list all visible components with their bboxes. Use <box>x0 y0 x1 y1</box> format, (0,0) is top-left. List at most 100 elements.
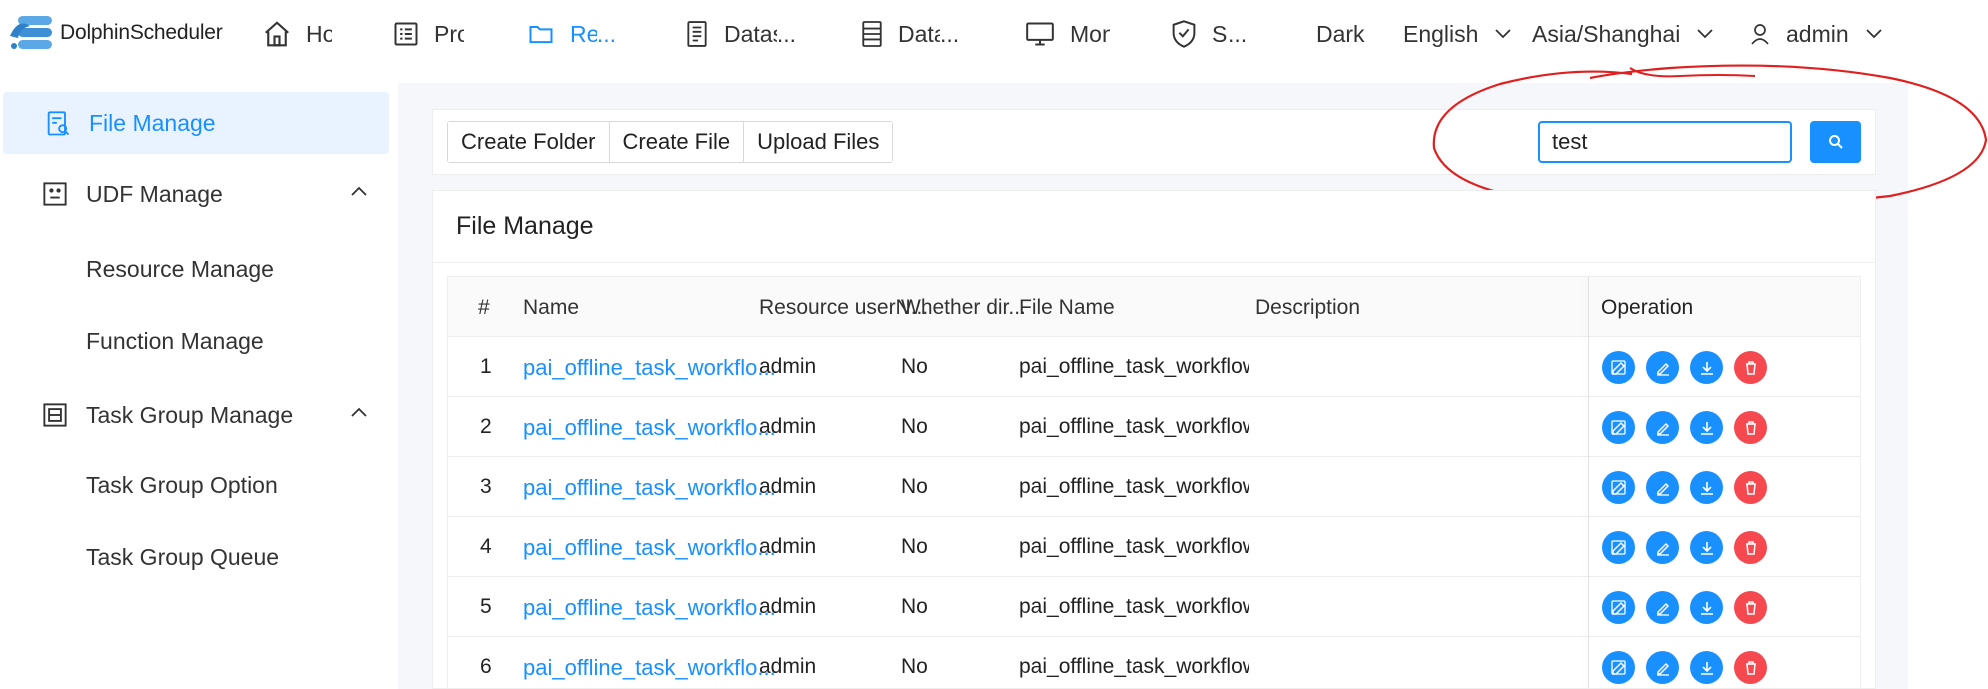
cell-name-link[interactable]: pai_offline_task_workflo... <box>523 655 776 681</box>
sidebar-item-udf-manage[interactable]: UDF Manage <box>0 163 386 225</box>
theme-toggle[interactable]: Dark <box>1316 16 1365 52</box>
app-name: DolphinScheduler <box>60 21 223 44</box>
user-menu[interactable]: admin <box>1750 16 1883 52</box>
create-folder-button[interactable]: Create Folder <box>448 122 610 162</box>
download-icon <box>1700 481 1713 495</box>
edit-button[interactable] <box>1602 531 1635 564</box>
cell-name-link[interactable]: pai_offline_task_workflo... <box>523 595 776 621</box>
delete-button[interactable] <box>1734 591 1767 624</box>
edit-icon <box>1610 419 1626 435</box>
cell-user: admin <box>759 355 817 378</box>
delete-icon <box>1745 540 1756 555</box>
sidebar-item-task-group-manage[interactable]: Task Group Manage <box>0 384 386 446</box>
edit-button[interactable] <box>1602 591 1635 624</box>
delete-button[interactable] <box>1734 411 1767 444</box>
edit-button[interactable] <box>1602 351 1635 384</box>
cell-name-link[interactable]: pai_offline_task_workflo... <box>523 415 776 441</box>
edit-icon <box>1610 659 1626 675</box>
delete-button[interactable] <box>1734 351 1767 384</box>
operation-buttons <box>1602 471 1767 504</box>
rename-button[interactable] <box>1646 651 1679 684</box>
cell-file-name: pai_offline_task_workflow_2a2... <box>1019 415 1249 438</box>
download-button[interactable] <box>1690 351 1723 384</box>
rename-icon <box>1656 662 1669 676</box>
rename-button[interactable] <box>1646 531 1679 564</box>
nav-data-quality[interactable]: Data Quality... <box>860 16 960 52</box>
create-file-button[interactable]: Create File <box>609 122 745 162</box>
cell-file-name: pai_offline_task_workflow_497... <box>1019 535 1249 558</box>
search-input[interactable] <box>1538 121 1792 163</box>
language-select[interactable]: English <box>1403 16 1512 52</box>
cell-file-name: pai_offline_task_workflow_4c2... <box>1019 595 1249 618</box>
delete-icon <box>1745 600 1756 615</box>
sidebar: File Manage UDF Manage Resource Manage F… <box>0 83 396 689</box>
download-button[interactable] <box>1690 591 1723 624</box>
nav-monitor[interactable]: Monitor <box>1024 16 1110 52</box>
rename-icon <box>1656 362 1669 376</box>
divider <box>432 262 1876 263</box>
operation-buttons <box>1602 351 1767 384</box>
download-button[interactable] <box>1690 471 1723 504</box>
timezone-select[interactable]: Asia/Shanghai <box>1532 16 1714 52</box>
top-navbar: DolphinScheduler Home Project Resources.… <box>0 0 1988 68</box>
upload-files-button[interactable]: Upload Files <box>744 122 893 162</box>
rename-icon <box>1656 422 1669 436</box>
action-button-group: Create Folder Create File Upload Files <box>447 121 894 163</box>
delete-button[interactable] <box>1734 651 1767 684</box>
rename-icon <box>1656 542 1669 556</box>
edit-button[interactable] <box>1602 411 1635 444</box>
download-button[interactable] <box>1690 531 1723 564</box>
file-search-icon <box>47 111 70 136</box>
edit-button[interactable] <box>1602 651 1635 684</box>
sidebar-item-file-manage[interactable]: File Manage <box>3 92 389 154</box>
download-button[interactable] <box>1690 651 1723 684</box>
chevron-down-icon <box>1495 29 1512 39</box>
folder-icon <box>529 26 553 44</box>
download-icon <box>1700 661 1713 675</box>
cell-file-name: pai_offline_task_workflow_d1e... <box>1019 655 1249 678</box>
rename-button[interactable] <box>1646 411 1679 444</box>
rename-icon <box>1656 482 1669 496</box>
nav-home[interactable]: Home <box>262 16 332 52</box>
operation-buttons <box>1602 531 1767 564</box>
table-row: 6 pai_offline_task_workflo... admin No pai_o… <box>448 637 1860 688</box>
nav-resources[interactable]: Resources... <box>526 16 616 52</box>
cell-name-link[interactable]: pai_offline_task_workflo... <box>523 355 776 381</box>
udf-icon <box>43 182 67 206</box>
data-quality-icon <box>862 21 882 47</box>
edit-button[interactable] <box>1602 471 1635 504</box>
rename-button[interactable] <box>1646 591 1679 624</box>
table-header: # Name Resource userN... Whether dir... … <box>448 277 1860 337</box>
delete-button[interactable] <box>1734 531 1767 564</box>
cell-name-link[interactable]: pai_offline_task_workflo... <box>523 475 776 501</box>
search-button[interactable] <box>1810 121 1861 163</box>
nav-security[interactable]: Security... <box>1170 16 1250 52</box>
download-button[interactable] <box>1690 411 1723 444</box>
datasource-icon <box>687 21 707 47</box>
nav-project[interactable]: Project <box>392 16 464 52</box>
col-description: Description <box>1255 296 1361 319</box>
user-icon <box>1751 24 1769 45</box>
app-logo[interactable]: DolphinScheduler <box>6 10 223 56</box>
col-directory: Whether dir... <box>901 296 1026 319</box>
home-icon <box>265 21 289 47</box>
delete-icon <box>1745 360 1756 375</box>
cell-name-link[interactable]: pai_offline_task_workflo... <box>523 535 776 561</box>
sidebar-item-task-group-option[interactable]: Task Group Option <box>86 472 278 499</box>
delete-button[interactable] <box>1734 471 1767 504</box>
chevron-down-icon <box>1697 29 1713 39</box>
cell-index: 1 <box>480 355 492 378</box>
rename-button[interactable] <box>1646 351 1679 384</box>
nav-datasource[interactable]: Datasource... <box>684 16 796 52</box>
operation-buttons <box>1602 651 1767 684</box>
edit-icon <box>1610 539 1626 555</box>
rename-button[interactable] <box>1646 471 1679 504</box>
sidebar-item-resource-manage[interactable]: Resource Manage <box>86 256 274 283</box>
edit-icon <box>1610 359 1626 375</box>
dolphin-logo-icon <box>10 16 52 49</box>
table-row: 5 pai_offline_task_workflo... admin No pai_o… <box>448 577 1860 637</box>
sidebar-item-function-manage[interactable]: Function Manage <box>86 328 264 355</box>
chevron-up-icon <box>351 186 367 196</box>
sidebar-item-task-group-queue[interactable]: Task Group Queue <box>86 544 279 571</box>
shield-icon <box>1172 20 1196 48</box>
